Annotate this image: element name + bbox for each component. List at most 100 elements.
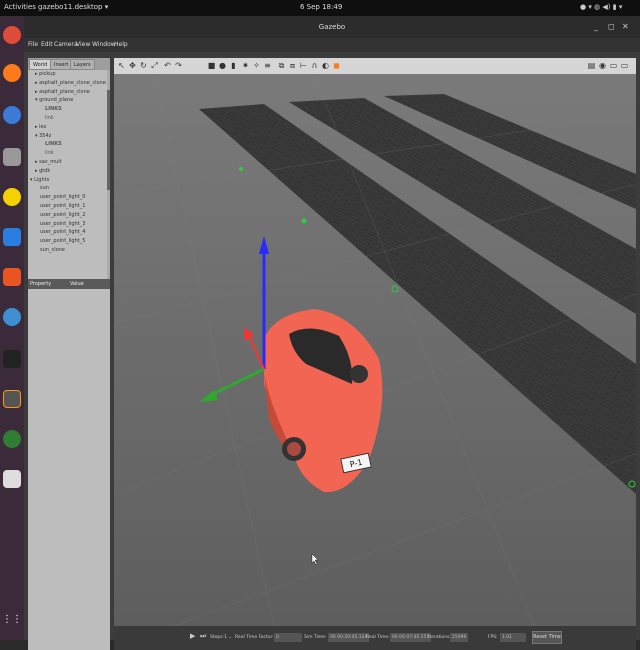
view-icon[interactable]: ◐ [320, 60, 331, 71]
rhythmbox-icon[interactable] [3, 188, 21, 206]
menu-bar: File Edit Camera View Window Help [24, 38, 640, 52]
spotlight-icon[interactable]: ✧ [251, 60, 262, 71]
scrollbar-thumb[interactable] [107, 90, 110, 190]
dirlight-icon[interactable]: ≡ [262, 60, 273, 71]
apps-grid-icon[interactable]: ⋮⋮ [2, 610, 22, 628]
maximize-button[interactable]: ◻ [608, 22, 615, 31]
writer-icon[interactable] [3, 228, 21, 246]
undo-icon[interactable]: ↶ [162, 60, 173, 71]
help-icon[interactable] [3, 308, 21, 326]
tree-item[interactable]: ▸ asphalt_plane_clone [35, 89, 90, 95]
real-time-label: Real Time: [366, 635, 390, 640]
menu-edit[interactable]: Edit [41, 41, 53, 48]
tree-item[interactable]: user_point_light_2 [40, 212, 85, 218]
minimize-button[interactable]: _ [594, 22, 598, 31]
tree-item[interactable]: sun_clone [40, 247, 65, 253]
globe-icon[interactable] [3, 430, 21, 448]
panel2-icon[interactable]: ▭ [619, 60, 630, 71]
world-tree[interactable]: ▸ pickup ▸ asphalt_plane_clone_clone ▸ asp… [28, 70, 106, 284]
files-icon[interactable] [3, 148, 21, 166]
property-column-label: Property [30, 281, 52, 287]
close-button[interactable]: ✕ [622, 22, 629, 31]
3d-viewport[interactable]: ↖ ✥ ↻ ⤢ ↶ ↷ ■ ● ▮ ✷ ✧ ≡ ⧉ ⧈ ⊢ ∩ ◐ ◼ ▤ ◉ ▭ ▭ [114, 58, 636, 650]
tree-scrollbar[interactable] [107, 70, 110, 284]
tree-item[interactable]: sun [40, 185, 49, 191]
menu-help[interactable]: Help [114, 41, 128, 48]
menu-camera[interactable]: Camera [54, 41, 78, 48]
play-icon[interactable]: ▶ [190, 632, 195, 640]
camera-icon[interactable]: ◼ [331, 60, 342, 71]
paste-icon[interactable]: ⧈ [287, 60, 298, 71]
tree-item[interactable]: user_point_light_5 [40, 238, 85, 244]
pointlight-icon[interactable]: ✷ [240, 60, 251, 71]
panel-icon[interactable]: ▭ [608, 60, 619, 71]
select-icon[interactable]: ↖ [116, 60, 127, 71]
align-icon[interactable]: ⊢ [298, 60, 309, 71]
copy-icon[interactable]: ⧉ [276, 60, 287, 71]
firefox-icon[interactable] [3, 64, 21, 82]
rotate-icon[interactable]: ↻ [138, 60, 149, 71]
record-icon[interactable]: ◉ [597, 60, 608, 71]
tree-item[interactable]: ▸ sav_mult [35, 159, 62, 165]
tree-item[interactable]: LINKS [45, 106, 62, 112]
scene-render[interactable]: P-1 [114, 74, 636, 626]
chrome-icon[interactable] [3, 26, 21, 44]
terminal-icon[interactable] [3, 350, 21, 368]
iterations-value: 25999 [450, 633, 469, 642]
gazebo-icon[interactable] [3, 390, 21, 408]
real-time-value: 00 00:07:40.555 [390, 633, 432, 642]
left-panel: World Insert Layers ▸ pickup ▸ asphalt_pl… [28, 58, 110, 650]
steps-value[interactable]: 1 ⌄ [224, 635, 232, 640]
scale-icon[interactable]: ⤢ [149, 60, 160, 71]
tree-item[interactable]: ▾ 354z [35, 133, 51, 139]
box-icon[interactable]: ■ [206, 60, 217, 71]
translate-icon[interactable]: ✥ [127, 60, 138, 71]
menu-window[interactable]: Window [92, 41, 116, 48]
rtf-label: Real Time Factor: [235, 635, 274, 640]
thunderbird-icon[interactable] [3, 106, 21, 124]
viewport-toolbar: ↖ ✥ ↻ ⤢ ↶ ↷ ■ ● ▮ ✷ ✧ ≡ ⧉ ⧈ ⊢ ∩ ◐ ◼ ▤ ◉ ▭ ▭ [114, 58, 636, 74]
disc-icon[interactable] [3, 470, 21, 488]
tab-world[interactable]: World [29, 59, 52, 70]
tree-item[interactable]: ▸ gtdk [35, 168, 50, 174]
iterations-label: Iterations: [428, 635, 451, 640]
tree-item[interactable]: user_point_light_3 [40, 221, 85, 227]
tree-item[interactable]: ▾ ground_plane [35, 97, 73, 103]
rtf-value: 0 [274, 633, 302, 642]
system-tray[interactable]: ● ▾ ◍ ◀) ▮ ▾ [580, 3, 622, 11]
value-column-label: Value [70, 281, 84, 287]
redo-icon[interactable]: ↷ [173, 60, 184, 71]
tree-item[interactable]: user_point_light_0 [40, 194, 85, 200]
app-menu[interactable]: gazebo11.desktop ▾ [38, 3, 108, 11]
tree-item[interactable]: link [45, 115, 54, 121]
menu-file[interactable]: File [28, 41, 38, 48]
cylinder-icon[interactable]: ▮ [228, 60, 239, 71]
tree-item[interactable]: ▾ Lights [30, 177, 49, 183]
tree-item[interactable]: link [45, 150, 54, 156]
steps-label: Steps: [210, 635, 225, 640]
screenshot-icon[interactable]: ▤ [586, 60, 597, 71]
tree-item[interactable]: user_point_light_4 [40, 229, 85, 235]
sphere-icon[interactable]: ● [217, 60, 228, 71]
tree-item[interactable]: ▸ asphalt_plane_clone_clone [35, 80, 106, 86]
gazebo-window: Gazebo _ ◻ ✕ File Edit Camera View Windo… [24, 16, 640, 650]
tree-item[interactable]: ▸ pickup [35, 71, 56, 77]
software-icon[interactable] [3, 268, 21, 286]
fps-label: FPS: [488, 635, 498, 640]
sim-time-label: Sim Time: [304, 635, 327, 640]
activities-button[interactable]: Activities [4, 3, 36, 11]
system-top-bar: Activities gazebo11.desktop ▾ 6 Sep 18:4… [0, 0, 640, 16]
menu-view[interactable]: View [76, 41, 90, 48]
tree-item[interactable]: ▸ lex [35, 124, 46, 130]
tab-layers[interactable]: Layers [70, 59, 95, 70]
fps-value: 1.01 [500, 633, 526, 642]
clock[interactable]: 6 Sep 18:49 [300, 3, 342, 11]
reset-time-button[interactable]: Reset Time [532, 631, 562, 644]
title-bar: Gazebo _ ◻ ✕ [24, 16, 640, 38]
tab-insert[interactable]: Insert [50, 59, 73, 70]
status-bar: ▶ ⏭ Steps: 1 ⌄ Real Time Factor: 0 Sim T… [114, 626, 636, 650]
snap-icon[interactable]: ∩ [309, 60, 320, 71]
sim-time-value: 00 00:20:45.324 [328, 633, 370, 642]
tree-item[interactable]: user_point_light_1 [40, 203, 85, 209]
tree-item[interactable]: LINKS [45, 141, 62, 147]
